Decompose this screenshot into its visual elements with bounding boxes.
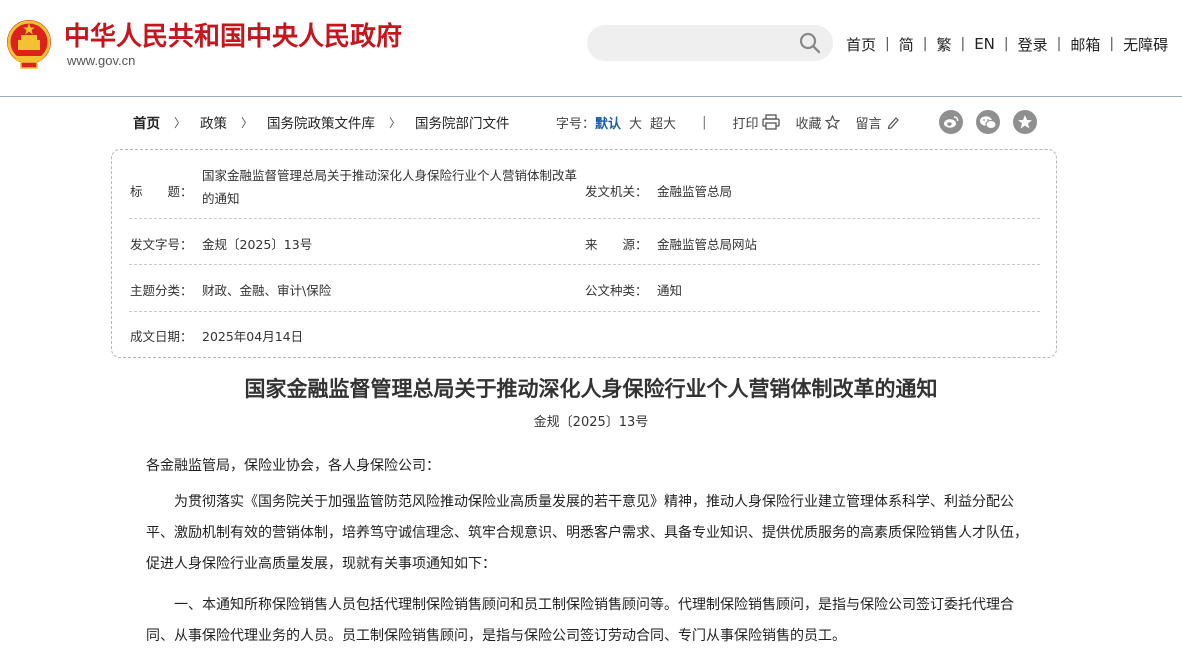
- nav-separator: |: [1003, 36, 1009, 52]
- info-row-date: 成文日期： 2025年04月14日: [129, 312, 1040, 358]
- tools-divider: |: [702, 114, 707, 130]
- info-row-docno: 发文字号： 金规〔2025〕13号 来 源： 金融监管总局网站: [129, 219, 1040, 265]
- nav-mail[interactable]: 邮箱: [1070, 34, 1100, 55]
- nav-separator: |: [1109, 36, 1115, 52]
- nav-english[interactable]: EN: [974, 35, 995, 53]
- site-title[interactable]: 中华人民共和国中央人民政府: [64, 16, 402, 53]
- document-info-box: 标 题： 国家金融监督管理总局关于推动深化人身保险行业个人营销体制改革的通知 发…: [111, 149, 1057, 358]
- topic-value: 财政、金融、审计\保险: [202, 283, 332, 298]
- article-paragraph: 一、本通知所称保险销售人员包括代理制保险销售顾问和员工制保险销售顾问等。代理制保…: [146, 597, 1014, 644]
- chevron-right-icon: 〉: [241, 115, 254, 130]
- breadcrumb: 首页 〉 政策 〉 国务院政策文件库 〉 国务院部门文件: [133, 112, 510, 133]
- issuer-label: 发文机关：: [585, 184, 648, 199]
- nav-accessibility[interactable]: 无障碍: [1123, 34, 1168, 55]
- nav-login[interactable]: 登录: [1018, 34, 1048, 55]
- info-row-title: 标 题： 国家金融监督管理总局关于推动深化人身保险行业个人营销体制改革的通知 发…: [129, 156, 1040, 219]
- source-label: 来 源：: [585, 237, 648, 252]
- date-value: 2025年04月14日: [202, 329, 304, 344]
- favorite-label: 收藏: [795, 116, 822, 132]
- nav-separator: |: [960, 36, 966, 52]
- date-label: 成文日期：: [130, 329, 193, 344]
- favorite-button[interactable]: 收藏: [795, 113, 841, 132]
- font-size-xlarge[interactable]: 超大: [650, 113, 676, 132]
- nav-separator: |: [922, 36, 928, 52]
- type-value: 通知: [657, 283, 683, 298]
- topic-label: 主题分类：: [130, 283, 193, 298]
- article-doc-number: 金规〔2025〕13号: [533, 415, 649, 430]
- article-title: 国家金融监督管理总局关于推动深化人身保险行业个人营销体制改革的通知: [244, 376, 938, 401]
- site-header: 中华人民共和国中央人民政府 www.gov.cn 首页 | 简 | 繁 | EN…: [0, 0, 1182, 97]
- national-emblem-icon[interactable]: [4, 18, 54, 70]
- font-size-large[interactable]: 大: [629, 113, 642, 132]
- nav-traditional[interactable]: 繁: [936, 34, 951, 55]
- article-paragraph: 为贯彻落实《国务院关于加强监管防范风险推动保险业高质量发展的若干意见》精神，推动…: [146, 494, 1028, 572]
- share-bar: [939, 110, 1050, 134]
- breadcrumb-home[interactable]: 首页: [133, 112, 160, 132]
- site-url[interactable]: www.gov.cn: [67, 53, 135, 68]
- page-tools: 字号： 默认 大 超大 | 打印 收藏 留言: [556, 112, 915, 132]
- nav-simplified[interactable]: 简: [899, 34, 914, 55]
- source-value: 金融监管总局网站: [657, 237, 758, 252]
- comment-button[interactable]: 留言: [855, 113, 899, 132]
- comment-label: 留言: [855, 116, 882, 132]
- nav-separator: |: [885, 36, 890, 52]
- nav-home[interactable]: 首页: [846, 34, 876, 55]
- breadcrumb-policy-library[interactable]: 国务院政策文件库: [267, 112, 375, 132]
- docno-value: 金规〔2025〕13号: [202, 237, 313, 252]
- title-label: 标 题：: [130, 184, 193, 199]
- docno-label: 发文字号：: [130, 237, 193, 252]
- star-icon[interactable]: [1013, 110, 1037, 134]
- chevron-right-icon: 〉: [174, 115, 187, 130]
- search-input[interactable]: [587, 25, 833, 61]
- article-greeting: 各金融监管局，保险业协会，各人身保险公司：: [146, 458, 440, 474]
- print-label: 打印: [732, 116, 759, 132]
- nav-separator: |: [1056, 36, 1062, 52]
- printer-icon: [762, 114, 781, 130]
- chevron-right-icon: 〉: [389, 115, 402, 130]
- pencil-icon: [887, 117, 899, 129]
- breadcrumb-department-docs[interactable]: 国务院部门文件: [415, 112, 510, 132]
- title-value: 国家金融监督管理总局关于推动深化人身保险行业个人营销体制改革的通知: [202, 168, 578, 206]
- font-size-default[interactable]: 默认: [595, 113, 621, 132]
- print-button[interactable]: 打印: [732, 113, 781, 132]
- weibo-icon[interactable]: [939, 110, 963, 134]
- info-row-topic: 主题分类： 财政、金融、审计\保险 公文种类： 通知: [129, 265, 1040, 312]
- type-label: 公文种类：: [585, 283, 648, 298]
- star-outline-icon: [825, 114, 841, 130]
- wechat-icon[interactable]: [976, 110, 1000, 134]
- search-icon[interactable]: [799, 32, 821, 54]
- breadcrumb-policy[interactable]: 政策: [200, 112, 227, 132]
- issuer-value: 金融监管总局: [657, 184, 733, 199]
- font-size-label: 字号：: [556, 116, 596, 132]
- top-nav: 首页 | 简 | 繁 | EN | 登录 | 邮箱 | 无障碍: [846, 34, 1168, 54]
